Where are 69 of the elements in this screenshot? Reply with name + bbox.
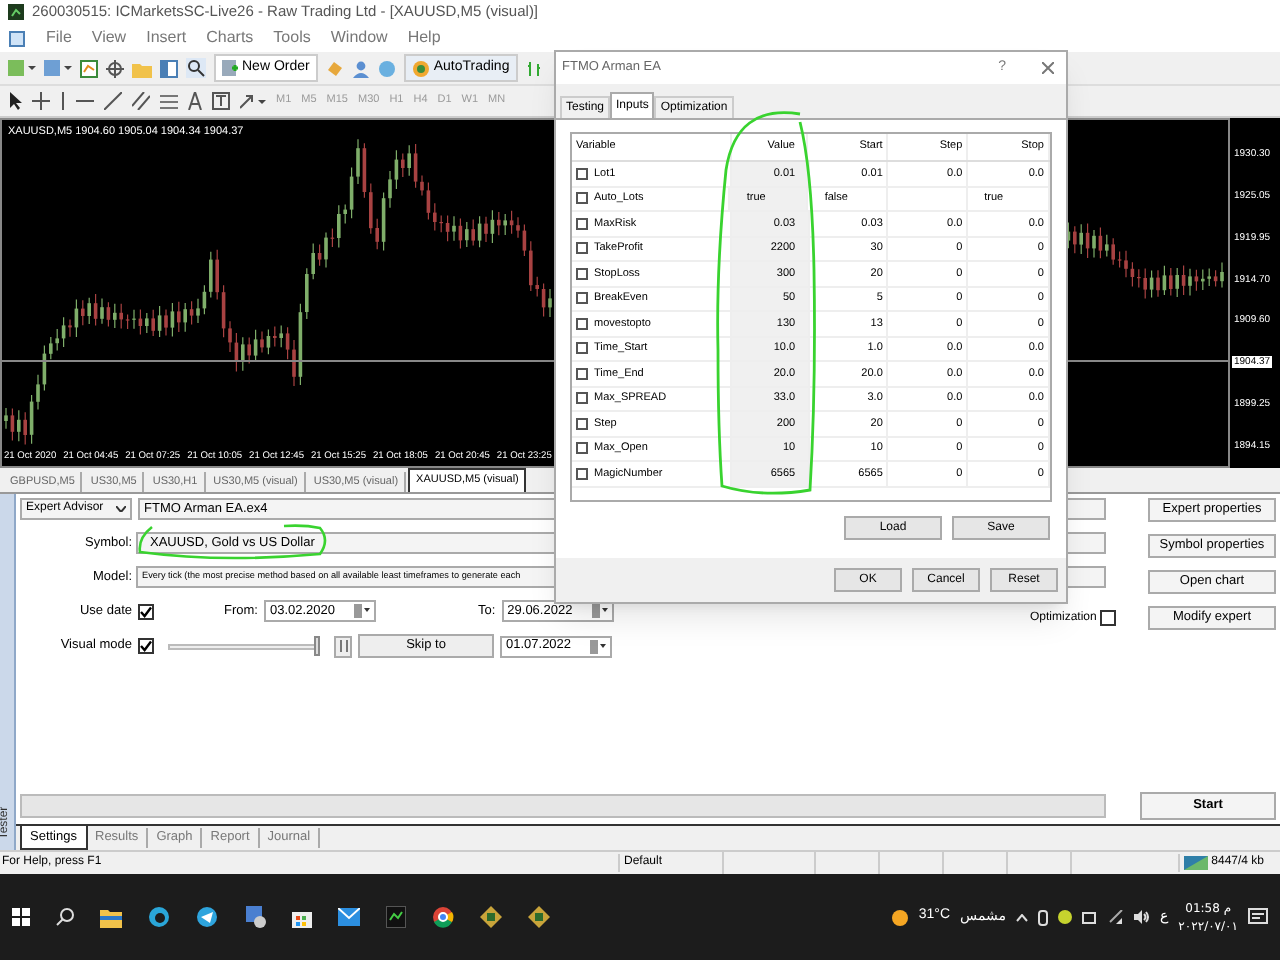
fibonacci-icon[interactable]: [160, 92, 178, 110]
battery-icon[interactable]: [1081, 911, 1098, 923]
vertical-line-icon[interactable]: [60, 92, 66, 110]
checkbox[interactable]: [576, 217, 588, 230]
pause-button[interactable]: [334, 635, 352, 657]
trading-app-icon[interactable]: [386, 906, 406, 928]
tray-app-icon[interactable]: [1057, 910, 1072, 924]
checkbox[interactable]: [138, 638, 154, 654]
text-label-icon[interactable]: [212, 92, 230, 110]
horizontal-line-icon[interactable]: [76, 98, 94, 104]
zoom-icon[interactable]: [186, 58, 206, 78]
checkbox[interactable]: [576, 392, 588, 405]
connection-icon: [1183, 856, 1208, 870]
camera-icon[interactable]: [1037, 909, 1048, 925]
crosshair-icon[interactable]: [106, 59, 124, 77]
menu-item[interactable]: View: [91, 26, 127, 50]
terminal-app-icon[interactable]: [528, 906, 550, 928]
bar-chart-icon[interactable]: [525, 59, 544, 77]
chevron-up-icon[interactable]: [1015, 913, 1028, 921]
checkbox[interactable]: [576, 317, 588, 330]
checkbox[interactable]: [576, 167, 588, 180]
search-icon[interactable]: [56, 908, 74, 926]
document-icon[interactable]: [8, 29, 26, 47]
channel-icon[interactable]: [132, 92, 150, 110]
caret-icon: [116, 506, 126, 512]
checkbox[interactable]: [138, 603, 154, 619]
menu-item[interactable]: Tools: [273, 26, 311, 50]
close-icon[interactable]: [1042, 62, 1054, 74]
chart-icon[interactable]: [80, 59, 98, 77]
menu-item[interactable]: Insert: [146, 26, 187, 50]
checkbox[interactable]: [576, 417, 588, 430]
checkbox[interactable]: [1100, 610, 1117, 626]
speaker-icon[interactable]: [1133, 910, 1150, 924]
notification-icon[interactable]: [1248, 907, 1268, 927]
checkbox[interactable]: [576, 442, 588, 455]
checkbox[interactable]: [576, 267, 588, 280]
menu-item[interactable]: File: [46, 26, 72, 50]
paper-plane-icon[interactable]: [196, 906, 218, 928]
terminal-app-icon[interactable]: [480, 906, 502, 928]
checkbox[interactable]: [576, 342, 588, 355]
slider-thumb[interactable]: [314, 636, 320, 656]
arrows-icon[interactable]: [240, 92, 266, 110]
checkbox[interactable]: [576, 292, 588, 305]
menu-item[interactable]: Charts: [206, 26, 254, 50]
menu-item[interactable]: Window: [330, 26, 388, 50]
windows-start-icon[interactable]: [12, 908, 30, 926]
browser-icon[interactable]: [148, 906, 170, 928]
cursor-icon[interactable]: [8, 92, 22, 110]
speed-slider[interactable]: [168, 636, 320, 656]
checkbox[interactable]: [576, 467, 588, 480]
text-icon[interactable]: [188, 92, 202, 110]
folder-icon[interactable]: [100, 907, 122, 927]
sun-icon: [892, 909, 909, 925]
calendar-icon: [590, 639, 606, 653]
store-icon[interactable]: [292, 906, 312, 928]
calendar-icon: [353, 604, 370, 618]
checkbox[interactable]: [576, 192, 588, 205]
person-icon[interactable]: [351, 59, 370, 77]
pause-icon: [339, 640, 347, 652]
checkbox[interactable]: [576, 242, 588, 255]
crosshair-icon[interactable]: [32, 92, 50, 110]
menu-item[interactable]: Help: [407, 26, 441, 50]
chrome-icon[interactable]: [432, 906, 454, 928]
trendline-icon[interactable]: [104, 92, 122, 110]
mail-icon[interactable]: [338, 908, 360, 926]
checkbox[interactable]: [576, 367, 588, 380]
app-icon: [8, 4, 24, 20]
window-icon[interactable]: [160, 59, 178, 77]
calendar-icon: [591, 604, 608, 618]
